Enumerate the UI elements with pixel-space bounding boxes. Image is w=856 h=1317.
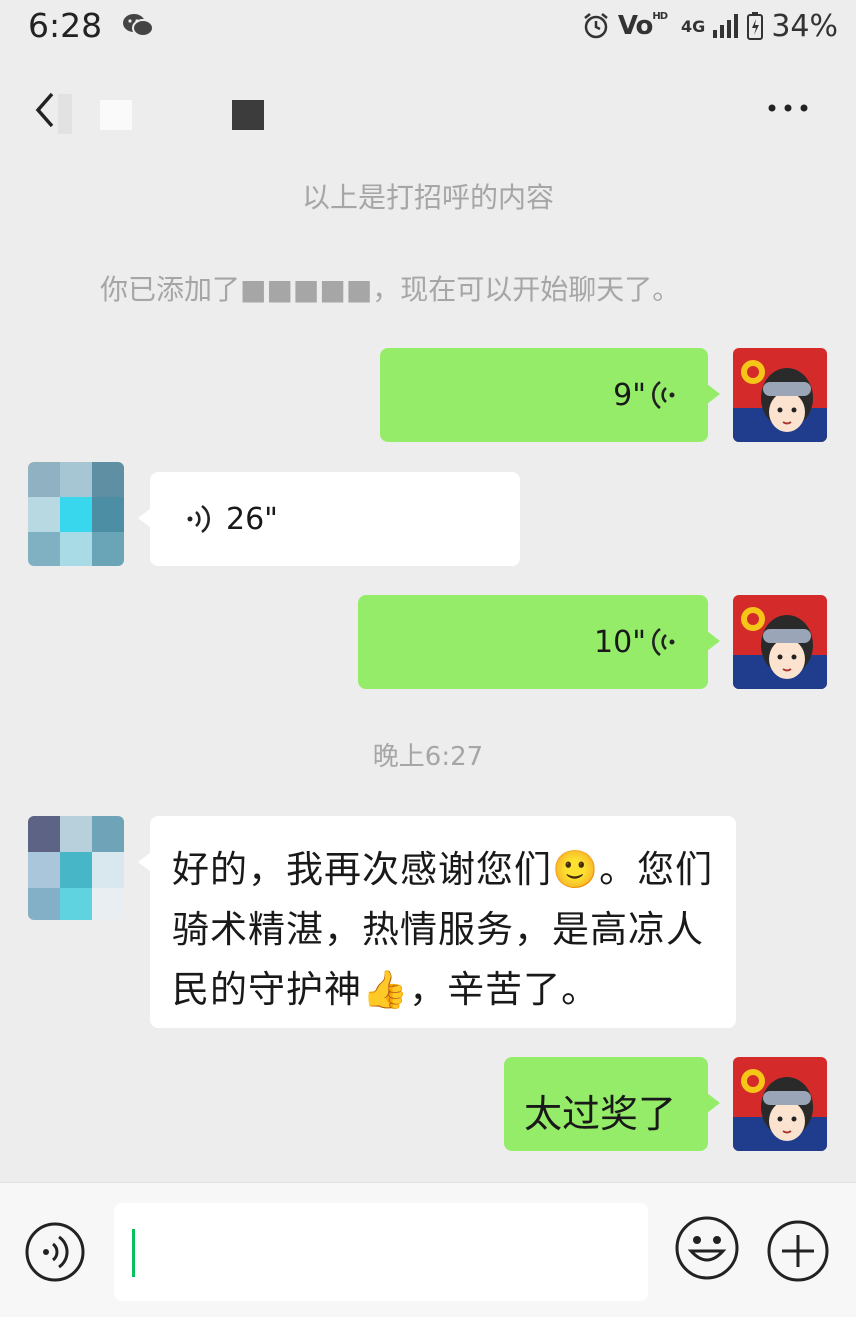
contact-name-mosaic — [232, 100, 264, 130]
voice-playback-icon — [652, 627, 675, 657]
message-text: 好的，我再次感谢您们🙂。您们骑术精湛，热情服务，是高凉人民的守护神👍，辛苦了。 — [172, 848, 714, 1011]
status-time: 6:28 — [28, 6, 103, 45]
police-avatar-icon — [733, 1057, 827, 1151]
police-avatar-icon — [733, 348, 827, 442]
status-bar: 6:28 VoHD 4G 34% — [0, 0, 856, 56]
message-text: 太过奖了 — [524, 1092, 677, 1136]
text-caret — [132, 1229, 135, 1277]
voice-message-bubble[interactable]: 26" — [138, 472, 520, 566]
avatar[interactable] — [28, 462, 124, 566]
status-indicators: VoHD 4G 34% — [582, 6, 838, 46]
text-message-bubble[interactable]: 太过奖了 — [504, 1057, 720, 1151]
signal-icon — [713, 14, 739, 38]
voice-message-bubble[interactable]: 9" — [380, 348, 720, 442]
battery-icon — [747, 12, 764, 40]
voice-duration: 26" — [226, 502, 278, 537]
avatar[interactable] — [733, 348, 827, 442]
voice-playback-icon — [652, 380, 675, 410]
alarm-icon — [584, 13, 608, 39]
voice-duration: 10" — [594, 625, 646, 660]
voice-input-icon[interactable] — [24, 1221, 86, 1283]
system-notice-greeting: 以上是打招呼的内容 — [301, 181, 554, 214]
system-notice-added: 你已添加了■■■■■，现在可以开始聊天了。 — [100, 273, 681, 306]
avatar[interactable] — [733, 1057, 827, 1151]
contact-name-mosaic — [100, 100, 132, 130]
plus-icon[interactable] — [766, 1219, 830, 1283]
volte-indicator: VoHD — [617, 11, 668, 41]
input-bar — [0, 1182, 856, 1317]
chat-timestamp: 晚上6:27 — [372, 742, 484, 772]
pixelated-avatar-icon — [28, 816, 124, 920]
police-avatar-icon — [733, 595, 827, 689]
message-input[interactable] — [114, 1203, 648, 1301]
pixelated-avatar-icon — [28, 462, 124, 566]
avatar[interactable] — [733, 595, 827, 689]
text-message-bubble[interactable]: 好的，我再次感谢您们🙂。您们骑术精湛，热情服务，是高凉人民的守护神👍，辛苦了。 — [138, 816, 736, 1028]
avatar[interactable] — [28, 816, 124, 920]
battery-percent: 34% — [771, 8, 838, 44]
voice-duration: 9" — [613, 378, 646, 413]
more-dots-icon[interactable] — [764, 98, 812, 118]
wechat-icon — [123, 14, 154, 37]
voice-message-bubble[interactable]: 10" — [358, 595, 720, 689]
emoji-icon[interactable] — [674, 1215, 740, 1281]
network-type: 4G — [681, 16, 706, 36]
chat-header — [0, 70, 856, 150]
contact-name-mosaic — [58, 94, 72, 134]
voice-playback-icon — [187, 504, 210, 534]
